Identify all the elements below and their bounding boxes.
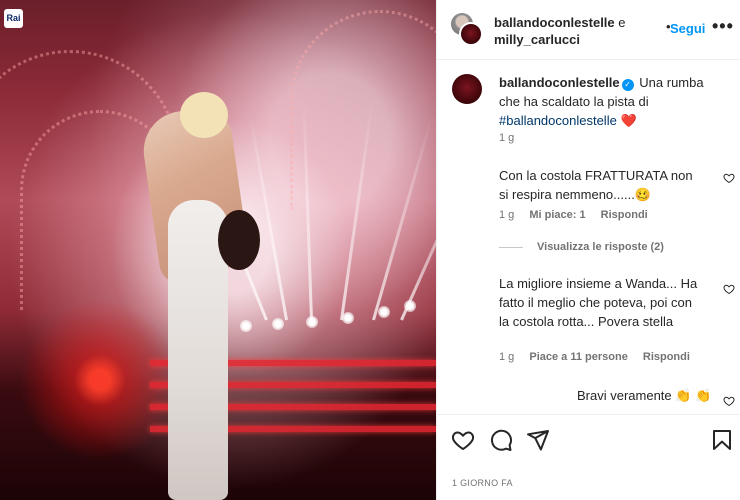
- author-link-1[interactable]: ballandoconlestelle: [494, 15, 615, 30]
- rai-logo: Rai: [4, 9, 23, 28]
- dancer-woman-hair: [180, 92, 228, 138]
- comment-time[interactable]: 1 g: [499, 209, 514, 221]
- bookmark-icon[interactable]: [710, 428, 734, 452]
- comment-heart-icon[interactable]: [723, 283, 735, 295]
- caption-time[interactable]: 1 g: [499, 132, 514, 144]
- reply-button[interactable]: Rispondi: [601, 209, 648, 221]
- post-timestamp[interactable]: 1 GIORNO FA: [452, 478, 513, 488]
- red-heart-emoji: ❤️: [620, 113, 637, 128]
- post-side-panel: ballandoconlestelle e milly_carlucci • S…: [436, 0, 740, 500]
- comments-list[interactable]: ballandoconlestelle ✓ Una rumba che ha sc…: [437, 61, 740, 413]
- caption-hashtag[interactable]: #ballandoconlestelle: [499, 113, 617, 128]
- reply-button[interactable]: Rispondi: [643, 351, 690, 363]
- comment-heart-icon[interactable]: [723, 395, 735, 407]
- comment-likes[interactable]: Piace a 11 persone: [529, 351, 627, 363]
- author-link-2[interactable]: milly_carlucci: [494, 32, 580, 47]
- post-actions-bar: [437, 414, 740, 464]
- account-avatar[interactable]: [459, 22, 483, 46]
- post-authors: ballandoconlestelle e milly_carlucci: [494, 14, 626, 48]
- comment-text: Con la costola FRATTURATA non si respira…: [499, 168, 693, 202]
- more-options-icon[interactable]: •••: [712, 16, 734, 37]
- comment-text: Bravi veramente 👏 👏: [577, 388, 712, 403]
- caption-username[interactable]: ballandoconlestelle: [499, 75, 620, 90]
- post-photo: Rai: [0, 0, 436, 500]
- caption-text: ballandoconlestelle ✓ Una rumba che ha sc…: [499, 73, 724, 130]
- view-replies-label: Visualizza le risposte (2): [537, 241, 664, 253]
- verified-badge-icon: ✓: [621, 79, 634, 91]
- view-replies-button[interactable]: Visualizza le risposte (2): [499, 241, 664, 253]
- dancer-man-head: [218, 210, 260, 270]
- replies-divider: [499, 246, 523, 248]
- comment-heart-icon[interactable]: [723, 172, 735, 184]
- follow-button[interactable]: Segui: [670, 21, 705, 36]
- heart-icon[interactable]: [451, 428, 475, 452]
- caption-avatar[interactable]: [452, 74, 482, 104]
- comment-icon[interactable]: [489, 428, 513, 452]
- send-icon[interactable]: [526, 428, 550, 452]
- author-conjunction: e: [618, 15, 626, 30]
- comment-text: La migliore insieme a Wanda... Ha fatto …: [499, 276, 698, 329]
- post-header: ballandoconlestelle e milly_carlucci • S…: [437, 0, 740, 60]
- comment-meta: 1 g Mi piace: 1 Rispondi: [499, 209, 648, 221]
- comment-likes[interactable]: Mi piace: 1: [529, 209, 585, 221]
- comment-time[interactable]: 1 g: [499, 351, 514, 363]
- comment-meta: 1 g Piace a 11 persone Rispondi: [499, 351, 690, 363]
